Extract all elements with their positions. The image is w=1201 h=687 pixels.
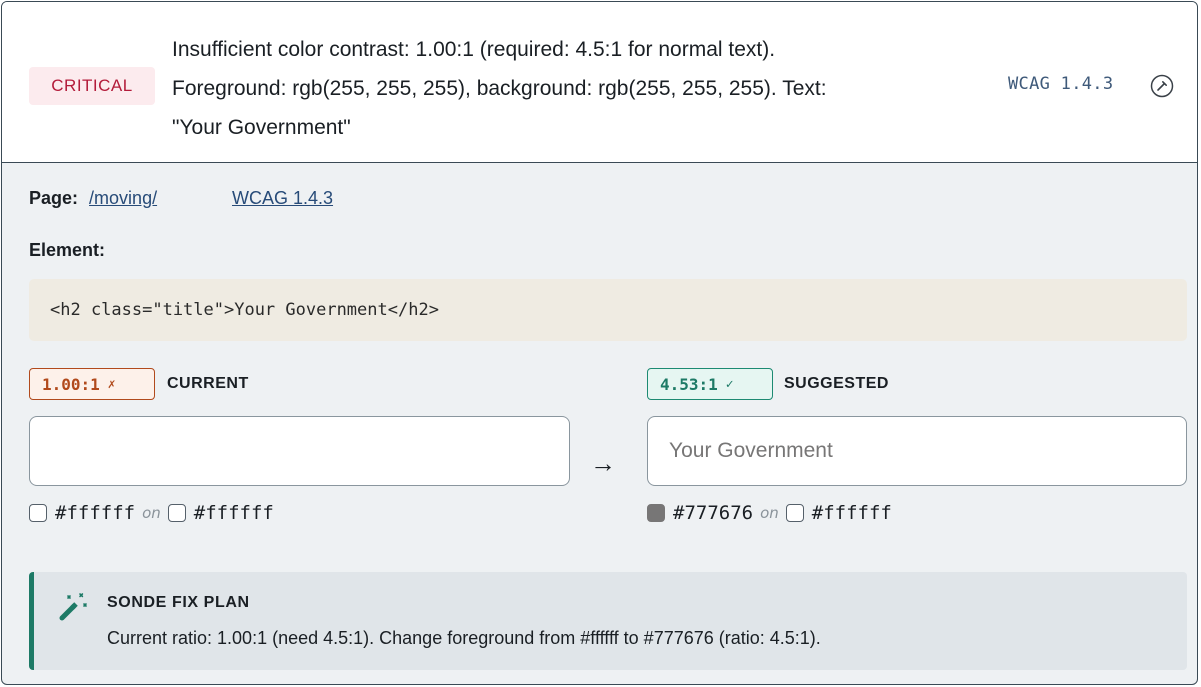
severity-badge: CRITICAL xyxy=(29,67,155,105)
suggested-background-hex: #ffffff xyxy=(811,502,892,524)
current-background-hex: #ffffff xyxy=(193,502,274,524)
on-word: on xyxy=(142,504,161,522)
issue-message-line: Foreground: rgb(255, 255, 255), backgrou… xyxy=(172,77,827,100)
current-preview: Your Government xyxy=(29,416,570,486)
page-label: Page: xyxy=(29,188,79,208)
on-word: on xyxy=(760,504,779,522)
current-colors: #ffffff on #ffffff xyxy=(29,502,274,524)
current-ratio-value: 1.00:1 xyxy=(42,374,100,394)
page-link[interactable]: /moving/ xyxy=(89,188,157,208)
issue-message-line: "Your Government" xyxy=(172,116,351,139)
fix-plan-panel: SONDE FIX PLAN Current ratio: 1.00:1 (ne… xyxy=(29,572,1187,670)
suggested-preview: Your Government xyxy=(647,416,1187,486)
current-ratio-badge: 1.00:1 ✗ xyxy=(29,368,155,400)
fix-plan-title: SONDE FIX PLAN xyxy=(107,594,250,611)
suggested-colors: #777676 on #ffffff xyxy=(647,502,892,524)
current-foreground-swatch xyxy=(29,504,47,522)
arrow-right-icon: → xyxy=(590,448,616,478)
element-code: <h2 class="title">Your Government</h2> xyxy=(29,279,1187,341)
pin-icon[interactable] xyxy=(1150,74,1174,98)
current-label: CURRENT xyxy=(167,375,249,392)
suggested-ratio-badge: 4.53:1 ✓ xyxy=(647,368,773,400)
fix-plan-text: Current ratio: 1.00:1 (need 4.5:1). Chan… xyxy=(107,628,821,648)
suggested-foreground-swatch xyxy=(647,504,665,522)
check-icon: ✓ xyxy=(725,376,734,392)
suggested-foreground-hex: #777676 xyxy=(673,502,754,524)
suggested-ratio-value: 4.53:1 xyxy=(660,374,718,394)
magic-wand-icon xyxy=(59,593,87,621)
suggested-background-swatch xyxy=(785,504,804,522)
current-foreground-hex: #ffffff xyxy=(55,502,136,524)
issue-message-line: Insufficient color contrast: 1.00:1 (req… xyxy=(172,38,776,61)
wcag-link[interactable]: WCAG 1.4.3 xyxy=(232,188,333,209)
issue-details: Page: /moving/ WCAG 1.4.3 Element: <h2 c… xyxy=(2,164,1197,684)
element-label: Element: xyxy=(29,240,106,260)
page-row: Page: /moving/ WCAG 1.4.3 xyxy=(29,188,333,209)
current-background-swatch xyxy=(167,504,186,522)
fail-icon: ✗ xyxy=(107,376,116,392)
issue-message: Insufficient color contrast: 1.00:1 (req… xyxy=(172,30,992,147)
issue-card: CRITICAL Insufficient color contrast: 1.… xyxy=(1,1,1198,685)
suggested-label: SUGGESTED xyxy=(784,375,889,392)
wcag-tag: WCAG 1.4.3 xyxy=(1008,74,1114,94)
issue-header[interactable]: CRITICAL Insufficient color contrast: 1.… xyxy=(2,2,1197,163)
